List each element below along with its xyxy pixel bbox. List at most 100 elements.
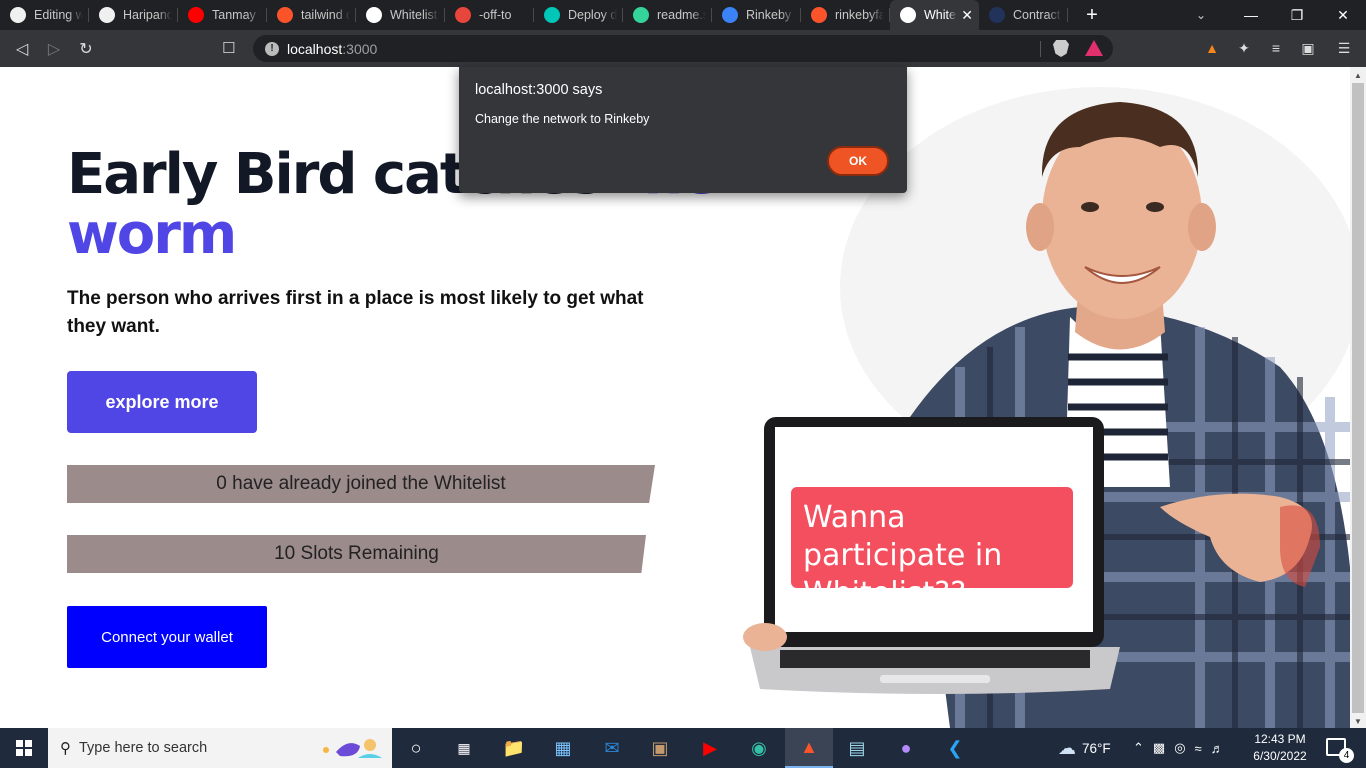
tab-title: Contract / — [1013, 8, 1062, 22]
bookmark-icon[interactable]: ☐ — [222, 39, 235, 57]
url-port: :3000 — [342, 40, 378, 57]
taskbar-search-placeholder: Type here to search — [79, 740, 208, 756]
browser-tab[interactable]: Contract / — [979, 0, 1068, 30]
tab-title: White — [924, 8, 956, 22]
tab-title: Tanmay B — [212, 8, 261, 22]
connect-wallet-button[interactable]: Connect your wallet — [67, 606, 267, 668]
browser-tab[interactable]: Tanmay B — [178, 0, 267, 30]
browser-tab[interactable]: Whitelist — [356, 0, 445, 30]
browser-tab[interactable]: Haripande — [89, 0, 178, 30]
scroll-down-icon[interactable]: ▼ — [1354, 717, 1362, 726]
slots-remaining-banner: 10 Slots Remaining — [67, 535, 646, 573]
metamask-icon[interactable]: ▲ — [1202, 38, 1222, 58]
brave-icon — [277, 7, 293, 23]
vscode-icon[interactable]: ❮ — [943, 736, 967, 760]
notification-count-badge: 4 — [1339, 748, 1354, 763]
alert-title: localhost:3000 says — [475, 82, 603, 98]
notepad-icon[interactable]: ▤ — [845, 736, 869, 760]
github-icon — [10, 7, 26, 23]
browser-tab[interactable]: rinkebyfa — [801, 0, 890, 30]
forward-icon[interactable]: ▷ — [38, 39, 70, 59]
battery-icon[interactable]: ▩ — [1153, 740, 1174, 756]
taskbar-clock[interactable]: 12:43 PM 6/30/2022 — [1250, 731, 1310, 765]
tab-title: tailwind d — [301, 8, 350, 22]
readme-icon — [633, 7, 649, 23]
browser-tab[interactable]: -off-to — [445, 0, 534, 30]
wallet-icon[interactable]: ▣ — [1298, 38, 1318, 58]
url-host: localhost — [287, 40, 343, 57]
cortana-icon[interactable]: ○ — [404, 736, 428, 760]
close-tab-icon[interactable]: ✕ — [961, 7, 973, 24]
joined-count-banner: 0 have already joined the Whitelist — [67, 465, 655, 503]
tab-title: readme.so — [657, 8, 706, 22]
page-scrollbar[interactable]: ▲ ▼ — [1350, 67, 1366, 728]
reload-icon[interactable]: ↻ — [70, 39, 102, 59]
mail-icon[interactable]: ✉ — [600, 736, 624, 760]
back-icon[interactable]: ◁ — [6, 39, 38, 59]
divider — [1040, 41, 1041, 57]
browser-tab-strip: Editing w Haripande Tanmay B tailwind d Whit… — [0, 0, 1366, 30]
tab-title: Rinkeby F — [746, 8, 795, 22]
browser-tab[interactable]: Rinkeby F — [712, 0, 801, 30]
restore-icon[interactable]: ❐ — [1274, 7, 1320, 24]
search-icon: ⚲ — [60, 740, 71, 757]
cloud-icon: ☁ — [1058, 737, 1076, 758]
search-highlight-icon — [323, 739, 382, 758]
address-bar[interactable]: ! localhost:3000 — [253, 35, 1113, 62]
brave-icon — [811, 7, 827, 23]
site-info-icon[interactable]: ! — [265, 41, 279, 56]
rinkeby-icon — [722, 7, 738, 23]
browser-tab[interactable]: White ✕ — [890, 0, 979, 30]
chevron-up-icon[interactable]: ⌃ — [1133, 740, 1153, 756]
youtube-icon[interactable]: ▶ — [698, 736, 722, 760]
browser-tab[interactable]: tailwind d — [267, 0, 356, 30]
brave-shields-icon[interactable] — [1053, 40, 1069, 57]
github-desktop-icon[interactable]: ● — [894, 736, 918, 760]
package-icon[interactable]: ▣ — [648, 736, 672, 760]
explore-more-button[interactable]: explore more — [67, 371, 257, 433]
tab-title: Haripande — [123, 8, 172, 22]
deploy-icon — [544, 7, 560, 23]
browser-tab[interactable]: Editing w — [0, 0, 89, 30]
tab-search-icon[interactable]: ⌄ — [1186, 0, 1216, 30]
subheading: The person who arrives first in a place … — [67, 288, 644, 337]
window-controls: — ❐ ✕ — [1228, 0, 1366, 30]
tab-title: Editing w — [34, 8, 83, 22]
volume-icon[interactable]: ♬ — [1211, 741, 1233, 756]
tab-title: -off-to — [479, 8, 512, 22]
vercel-icon — [900, 7, 916, 23]
alert-dialog: localhost:3000 says Change the network t… — [459, 67, 907, 193]
camera-icon[interactable]: ◎ — [1174, 740, 1194, 756]
brave-taskbar-icon[interactable]: ▲ — [785, 728, 833, 768]
extensions-icon[interactable]: ✦ — [1234, 38, 1254, 58]
minimize-icon[interactable]: — — [1228, 7, 1274, 23]
etherscan-icon — [989, 7, 1005, 23]
menu-icon[interactable]: ☰ — [1334, 38, 1354, 58]
wifi-icon[interactable]: ≈ — [1195, 741, 1211, 756]
clock-date: 6/30/2022 — [1253, 749, 1307, 763]
scroll-up-icon[interactable]: ▲ — [1354, 71, 1362, 80]
browser-tab[interactable]: readme.so — [623, 0, 712, 30]
vercel-icon — [366, 7, 382, 23]
start-button[interactable] — [0, 728, 48, 768]
brave-rewards-icon[interactable] — [1085, 40, 1103, 56]
youtube-icon — [188, 7, 204, 23]
microsoft-store-icon[interactable]: ▦ — [551, 736, 575, 760]
media-queue-icon[interactable]: ≡ — [1266, 38, 1286, 58]
weather-widget[interactable]: ☁ 76°F — [1058, 728, 1111, 768]
tab-title: Whitelist — [390, 8, 438, 22]
taskbar-search[interactable]: ⚲ Type here to search — [48, 728, 392, 768]
alert-ok-button[interactable]: OK — [827, 146, 889, 176]
laptop-screen-message: Wanna participate in Whitelist?? — [791, 487, 1073, 611]
file-explorer-icon[interactable]: 📁 — [502, 736, 526, 760]
scroll-thumb[interactable] — [1352, 83, 1364, 713]
tab-title: Deploy de — [568, 8, 617, 22]
weather-temp: 76°F — [1082, 740, 1111, 756]
system-tray[interactable]: ⌃ ▩ ◎ ≈ ♬ — [1133, 728, 1233, 768]
new-tab-icon[interactable]: + — [1074, 4, 1110, 27]
browser-tab[interactable]: Deploy de — [534, 0, 623, 30]
tab-title: rinkebyfa — [835, 8, 884, 22]
edge-icon[interactable]: ◉ — [747, 736, 771, 760]
task-view-icon[interactable]: ▦ — [452, 736, 476, 760]
close-window-icon[interactable]: ✕ — [1320, 7, 1366, 24]
